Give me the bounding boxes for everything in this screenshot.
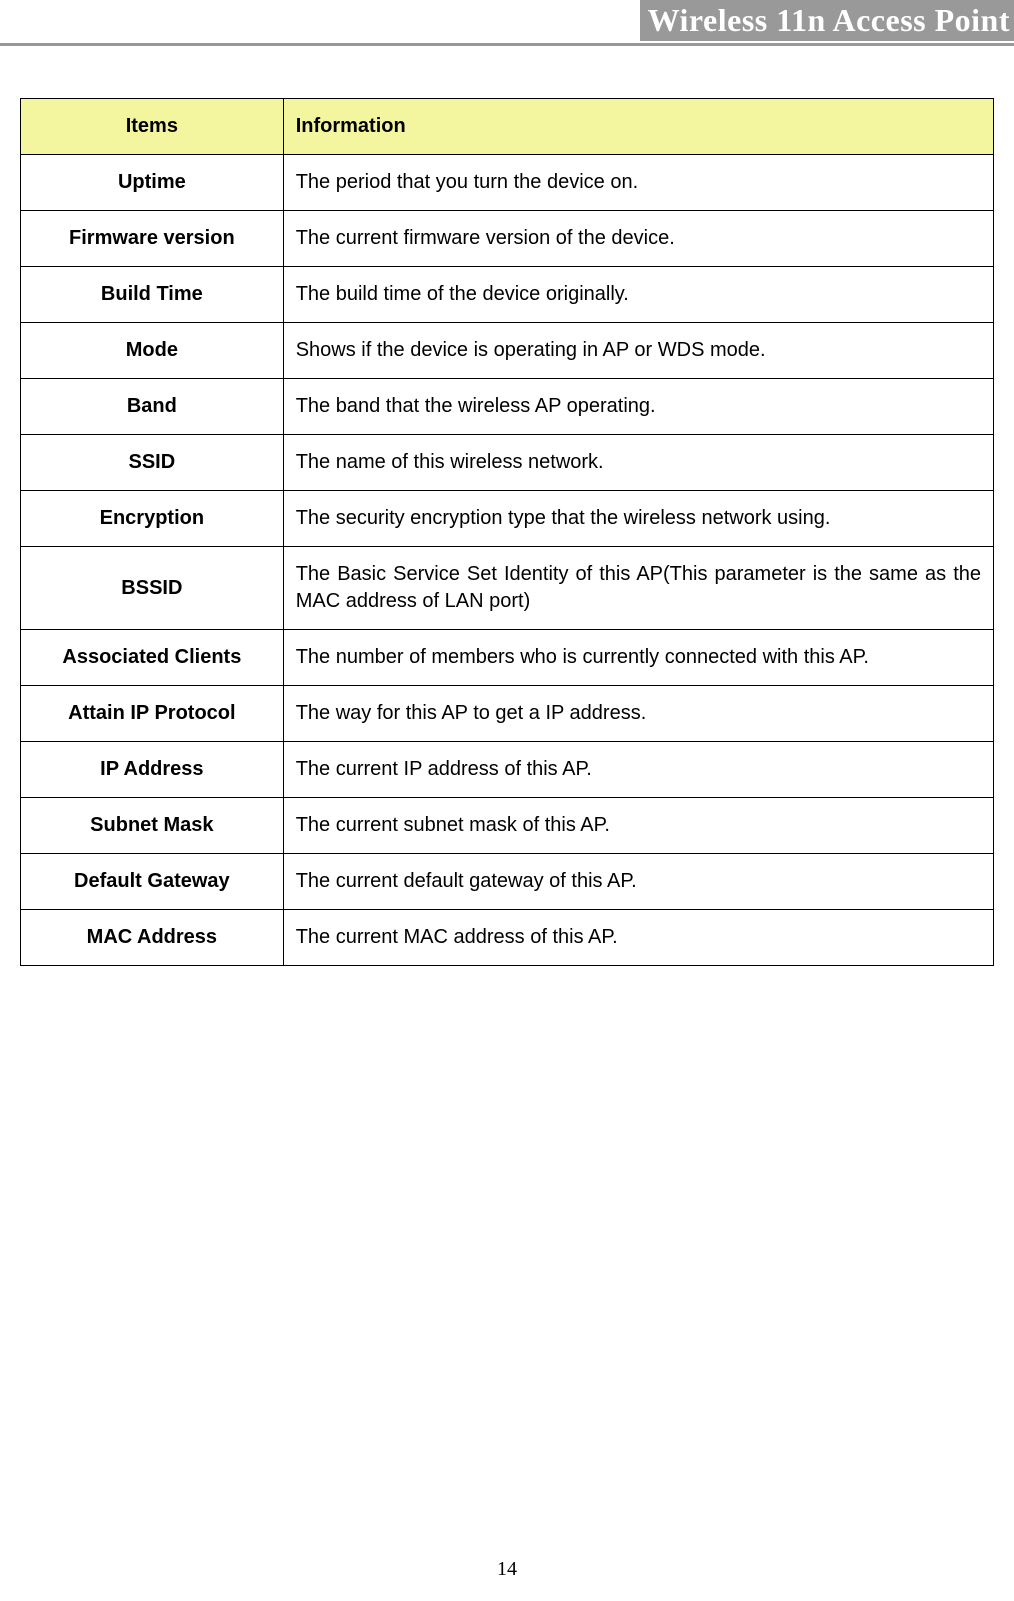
item-info: The build time of the device originally. — [283, 267, 993, 323]
table-row: Subnet MaskThe current subnet mask of th… — [21, 798, 994, 854]
item-info: The name of this wireless network. — [283, 435, 993, 491]
item-info: The current firmware version of the devi… — [283, 211, 993, 267]
page-number: 14 — [0, 1558, 1014, 1581]
item-name: BSSID — [21, 547, 284, 630]
item-info: The security encryption type that the wi… — [283, 491, 993, 547]
table-row: Firmware versionThe current firmware ver… — [21, 211, 994, 267]
item-info: The number of members who is currently c… — [283, 630, 993, 686]
item-info: The current IP address of this AP. — [283, 742, 993, 798]
item-name: Uptime — [21, 155, 284, 211]
item-info: The current default gateway of this AP. — [283, 854, 993, 910]
page-content: Items Information UptimeThe period that … — [0, 48, 1014, 966]
item-name: Band — [21, 379, 284, 435]
header-divider — [0, 43, 1014, 46]
table-row: BSSIDThe Basic Service Set Identity of t… — [21, 547, 994, 630]
item-name: Associated Clients — [21, 630, 284, 686]
item-name: Attain IP Protocol — [21, 686, 284, 742]
info-table: Items Information UptimeThe period that … — [20, 98, 994, 966]
item-name: Default Gateway — [21, 854, 284, 910]
table-header-row: Items Information — [21, 99, 994, 155]
item-info: The period that you turn the device on. — [283, 155, 993, 211]
item-name: Mode — [21, 323, 284, 379]
item-name: SSID — [21, 435, 284, 491]
table-row: EncryptionThe security encryption type t… — [21, 491, 994, 547]
item-info: Shows if the device is operating in AP o… — [283, 323, 993, 379]
item-info: The Basic Service Set Identity of this A… — [283, 547, 993, 630]
table-row: UptimeThe period that you turn the devic… — [21, 155, 994, 211]
item-name: Subnet Mask — [21, 798, 284, 854]
item-info: The current subnet mask of this AP. — [283, 798, 993, 854]
item-info: The current MAC address of this AP. — [283, 910, 993, 966]
table-row: MAC AddressThe current MAC address of th… — [21, 910, 994, 966]
table-row: BandThe band that the wireless AP operat… — [21, 379, 994, 435]
header-information: Information — [283, 99, 993, 155]
item-name: Build Time — [21, 267, 284, 323]
table-row: ModeShows if the device is operating in … — [21, 323, 994, 379]
table-row: Default GatewayThe current default gatew… — [21, 854, 994, 910]
table-row: IP AddressThe current IP address of this… — [21, 742, 994, 798]
item-name: Encryption — [21, 491, 284, 547]
header-title: Wireless 11n Access Point — [640, 0, 1014, 41]
header-items: Items — [21, 99, 284, 155]
table-row: Build TimeThe build time of the device o… — [21, 267, 994, 323]
item-name: MAC Address — [21, 910, 284, 966]
item-info: The way for this AP to get a IP address. — [283, 686, 993, 742]
page-header: Wireless 11n Access Point — [0, 0, 1014, 48]
table-row: Attain IP ProtocolThe way for this AP to… — [21, 686, 994, 742]
item-name: Firmware version — [21, 211, 284, 267]
item-name: IP Address — [21, 742, 284, 798]
item-info: The band that the wireless AP operating. — [283, 379, 993, 435]
table-row: SSIDThe name of this wireless network. — [21, 435, 994, 491]
table-row: Associated ClientsThe number of members … — [21, 630, 994, 686]
